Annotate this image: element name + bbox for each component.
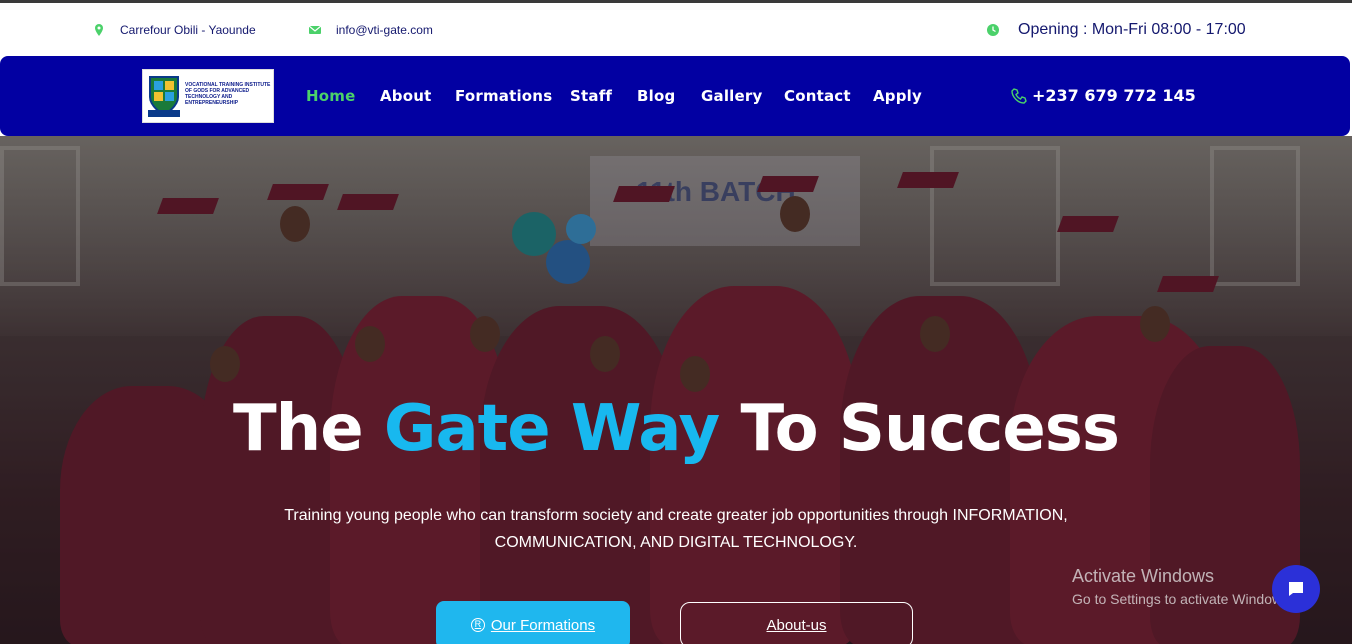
about-us-button[interactable]: About-us <box>680 602 913 644</box>
email-text[interactable]: info@vti-gate.com <box>336 23 433 37</box>
hero-title: The Gate Way To Success <box>0 392 1352 466</box>
our-formations-button[interactable]: R Our Formations <box>436 601 630 644</box>
hero-title-part1: The <box>233 392 364 466</box>
top-info-bar: Carrefour Obili - Yaounde info@vti-gate.… <box>0 0 1352 56</box>
main-navbar: VOCATIONAL TRAINING INSTITUTE OF GODS FO… <box>0 56 1350 136</box>
nav-staff[interactable]: Staff <box>570 87 612 105</box>
nav-home[interactable]: Home <box>306 87 355 105</box>
location-info: Carrefour Obili - Yaounde <box>92 23 256 37</box>
logo-text: VOCATIONAL TRAINING INSTITUTE OF GODS FO… <box>185 82 271 106</box>
shield-logo-icon <box>148 76 180 117</box>
chat-button[interactable] <box>1272 565 1320 613</box>
email-info[interactable]: info@vti-gate.com <box>308 23 433 37</box>
registered-icon: R <box>470 618 485 632</box>
phone-number[interactable]: +237 679 772 145 <box>1032 86 1196 105</box>
nav-about[interactable]: About <box>380 87 432 105</box>
clock-icon <box>987 24 999 36</box>
nav-phone[interactable]: +237 679 772 145 <box>1010 86 1196 105</box>
opening-text: Opening : Mon-Fri 08:00 - 17:00 <box>1018 21 1246 38</box>
nav-apply[interactable]: Apply <box>873 87 922 105</box>
hero-title-highlight: Gate Way <box>383 392 720 466</box>
site-logo[interactable]: VOCATIONAL TRAINING INSTITUTE OF GODS FO… <box>142 69 274 123</box>
watermark-line2: Go to Settings to activate Windows. <box>1072 591 1293 607</box>
nav-blog[interactable]: Blog <box>637 87 675 105</box>
chat-bubble-icon <box>1289 582 1303 596</box>
opening-hours: Opening : Mon-Fri 08:00 - 17:00 <box>986 21 1246 39</box>
hero-section: 11th BATCH The Gate Way To Success Train… <box>0 136 1352 644</box>
watermark-line1: Activate Windows <box>1072 566 1215 586</box>
location-text: Carrefour Obili - Yaounde <box>120 23 256 37</box>
hero-title-part2: To Success <box>740 392 1120 466</box>
nav-formations[interactable]: Formations <box>455 87 552 105</box>
map-pin-icon <box>95 24 103 36</box>
activate-windows-watermark: Activate Windows Go to Settings to activ… <box>1072 566 1293 607</box>
about-us-label[interactable]: About-us <box>766 617 826 634</box>
envelope-icon <box>308 25 322 34</box>
phone-icon <box>1011 87 1027 104</box>
hero-subtitle: Training young people who can transform … <box>284 507 1068 551</box>
nav-gallery[interactable]: Gallery <box>701 87 762 105</box>
nav-contact[interactable]: Contact <box>784 87 851 105</box>
our-formations-label[interactable]: Our Formations <box>491 617 595 634</box>
